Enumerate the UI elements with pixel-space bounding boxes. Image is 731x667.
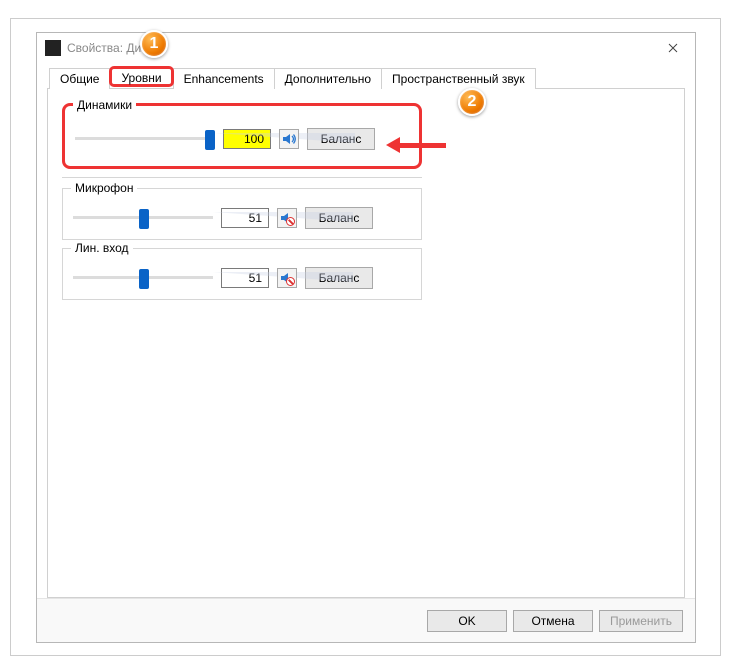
tab-general[interactable]: Общие <box>49 68 110 89</box>
apply-button[interactable]: Применить <box>599 610 683 632</box>
separator <box>62 177 422 178</box>
titlebar: Свойства: Ди <box>37 33 695 63</box>
linein-row: 51 Баланс <box>73 267 411 289</box>
properties-dialog: Свойства: Ди Общие Уровни Enhancements Д… <box>36 32 696 643</box>
microphone-group: Микрофон 51 Баланс <box>62 188 422 240</box>
window-title: Свойства: Ди <box>67 41 141 55</box>
tab-levels[interactable]: Уровни <box>109 66 173 87</box>
sound-icon[interactable] <box>279 129 299 149</box>
cancel-button[interactable]: Отмена <box>513 610 593 632</box>
callout-arrow <box>398 143 446 148</box>
speaker-app-icon <box>45 40 61 56</box>
close-icon[interactable] <box>650 33 695 63</box>
tab-advanced[interactable]: Дополнительно <box>274 68 382 89</box>
callout-badge-2: 2 <box>458 88 486 116</box>
sound-muted-icon[interactable] <box>277 208 297 228</box>
linein-label: Лин. вход <box>71 241 133 255</box>
ok-button[interactable]: OK <box>427 610 507 632</box>
linein-slider[interactable] <box>73 267 213 289</box>
dialog-content: Общие Уровни Enhancements Дополнительно … <box>47 67 685 598</box>
tab-spatial[interactable]: Пространственный звук <box>381 68 536 89</box>
tab-enhancements[interactable]: Enhancements <box>173 68 275 89</box>
tab-levels-panel: Динамики 100 Баланс Микрофон <box>47 89 685 598</box>
speakers-label: Динамики <box>73 98 136 112</box>
dialog-footer: OK Отмена Применить <box>37 598 695 642</box>
linein-group: Лин. вход 51 Баланс <box>62 248 422 300</box>
speakers-row: 100 Баланс <box>75 128 409 150</box>
speakers-group: Динамики 100 Баланс <box>62 103 422 169</box>
microphone-row: 51 Баланс <box>73 207 411 229</box>
sound-muted-icon[interactable] <box>277 268 297 288</box>
tabstrip: Общие Уровни Enhancements Дополнительно … <box>47 67 685 89</box>
microphone-slider[interactable] <box>73 207 213 229</box>
callout-badge-1: 1 <box>140 30 168 58</box>
speakers-slider[interactable] <box>75 128 215 150</box>
microphone-label: Микрофон <box>71 181 137 195</box>
